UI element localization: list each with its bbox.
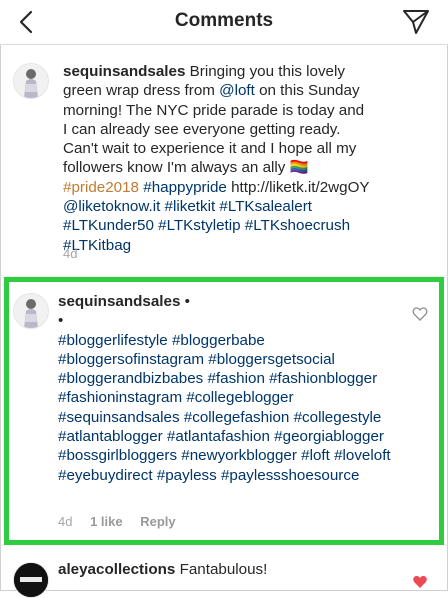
reply-button[interactable]: Reply <box>140 514 175 529</box>
comment-meta: 4d 1 like Reply <box>58 514 190 529</box>
page-title: Comments <box>174 10 274 31</box>
direct-send-icon <box>403 10 429 34</box>
comment-time: 4d <box>58 514 73 529</box>
heart-filled-icon[interactable] <box>412 574 428 590</box>
mention-loft[interactable]: @loft <box>219 82 255 99</box>
heart-outline-icon[interactable] <box>412 306 428 322</box>
comment-username[interactable]: aleyacollections <box>58 561 175 578</box>
comment-username[interactable]: sequinsandsales <box>58 293 180 310</box>
comment-time: 4d <box>63 246 78 261</box>
comment-text: sequinsandsales • • #bloggerlifestyle #b… <box>58 293 391 484</box>
hashtag-happypride[interactable]: #happypride <box>143 179 227 196</box>
avatar-image <box>14 294 48 328</box>
avatar[interactable] <box>13 293 49 329</box>
likes-count[interactable]: 1 like <box>90 514 123 529</box>
mention-liketoknow[interactable]: @liketoknow.it <box>63 198 160 215</box>
avatar[interactable] <box>13 63 49 99</box>
caption-url[interactable]: http://liketk.it/2wgOY <box>227 179 369 196</box>
avatar[interactable] <box>13 562 49 598</box>
caption-meta: 4d <box>63 246 91 261</box>
comment-hashtags[interactable]: #bloggerlifestyle #bloggerbabe #bloggers… <box>58 332 391 484</box>
direct-send-button[interactable] <box>402 9 430 35</box>
avatar-image <box>14 64 48 98</box>
avatar-image <box>14 563 48 597</box>
comments-header: Comments <box>0 0 448 45</box>
comment-username[interactable]: sequinsandsales <box>63 63 185 80</box>
hashtag-pride2018[interactable]: #pride2018 <box>63 179 139 196</box>
comment-text: aleyacollections Fantabulous! <box>58 561 268 578</box>
caption-text: sequinsandsales Bringing you this lovely… <box>63 63 370 254</box>
rainbow-flag-emoji: 🏳️‍🌈 <box>289 159 309 177</box>
